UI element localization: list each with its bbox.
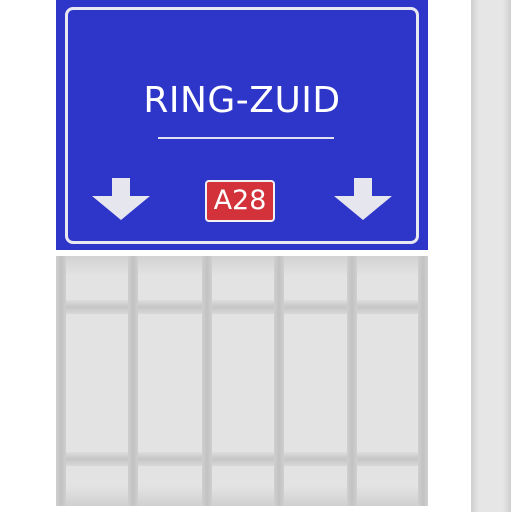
route-badge: A28 (205, 180, 275, 222)
panel-post (418, 256, 428, 506)
panel-rail (56, 300, 428, 314)
road-sign: RING-ZUID A28 (56, 0, 428, 250)
sign-back-panel (56, 256, 428, 506)
highway-scene: RING-ZUID A28 (0, 0, 512, 512)
panel-post (202, 256, 212, 506)
arrow-down-icon (334, 178, 392, 220)
panel-post (56, 256, 66, 506)
panel-post (347, 256, 357, 506)
sign-destination: RING-ZUID (143, 80, 341, 121)
arrow-down-icon (92, 178, 150, 220)
sign-divider (158, 137, 334, 139)
panel-post (128, 256, 138, 506)
panel-post (274, 256, 284, 506)
panel-rail (56, 452, 428, 466)
sign-pole (471, 0, 511, 512)
